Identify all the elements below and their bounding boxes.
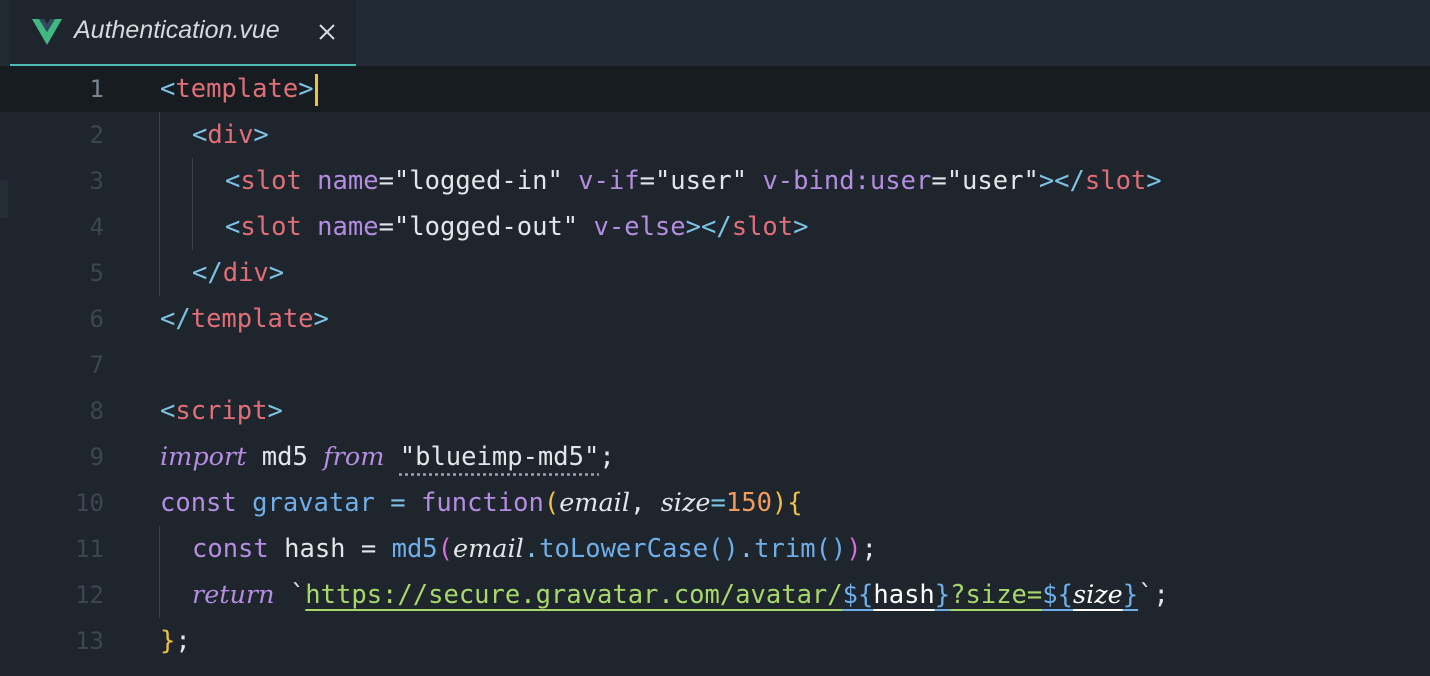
- tab-title: Authentication.vue: [74, 16, 280, 44]
- code-line[interactable]: 3 <slot name="logged-in" v-if="user" v-b…: [0, 158, 1430, 204]
- tab-bar: Authentication.vue: [0, 0, 1430, 66]
- code-line[interactable]: 13 };: [0, 618, 1430, 664]
- line-content: </template>: [160, 304, 329, 334]
- code-line[interactable]: 4 <slot name="logged-out" v-else></slot>: [0, 204, 1430, 250]
- code-line[interactable]: 2 <div>: [0, 112, 1430, 158]
- line-number: 11: [75, 535, 104, 563]
- line-content: return `https://secure.gravatar.com/avat…: [192, 580, 1169, 610]
- code-line[interactable]: 8 <script>: [0, 388, 1430, 434]
- line-content: <script>: [160, 396, 283, 426]
- line-content: <template>: [160, 66, 318, 112]
- line-content: };: [160, 626, 191, 656]
- tab-authentication-vue[interactable]: Authentication.vue: [10, 0, 356, 66]
- line-content: <slot name="logged-out" v-else></slot>: [225, 212, 809, 242]
- line-number: 10: [75, 489, 104, 517]
- line-number: 13: [75, 627, 104, 655]
- line-content: const hash = md5(email.toLowerCase().tri…: [192, 534, 877, 564]
- code-line[interactable]: 6 </template>: [0, 296, 1430, 342]
- close-icon[interactable]: [317, 22, 337, 42]
- line-content: import md5 from "blueimp-md5";: [160, 442, 615, 472]
- line-number: 8: [89, 397, 104, 425]
- code-line[interactable]: 10 const gravatar = function(email, size…: [0, 480, 1430, 526]
- code-line[interactable]: 7: [0, 342, 1430, 388]
- line-number: 5: [89, 259, 104, 287]
- line-number: 9: [89, 443, 104, 471]
- line-content: <div>: [192, 120, 269, 150]
- code-line[interactable]: 9 import md5 from "blueimp-md5";: [0, 434, 1430, 480]
- line-content: const gravatar = function(email, size=15…: [160, 488, 803, 518]
- line-number: 4: [89, 213, 104, 241]
- vue-icon: [32, 19, 62, 45]
- line-content: <slot name="logged-in" v-if="user" v-bin…: [225, 166, 1162, 196]
- code-editor[interactable]: 1 <template> 2 <div> 3 <slot name="logge…: [0, 66, 1430, 676]
- code-line[interactable]: 5 </div>: [0, 250, 1430, 296]
- line-number: 12: [75, 581, 104, 609]
- text-cursor: [314, 74, 318, 106]
- line-number: 2: [89, 121, 104, 149]
- line-content: </div>: [192, 258, 285, 288]
- code-line[interactable]: 12 return `https://secure.gravatar.com/a…: [0, 572, 1430, 618]
- line-number: 3: [89, 167, 104, 195]
- code-line[interactable]: 1 <template>: [0, 66, 1430, 112]
- line-number: 1: [89, 75, 104, 103]
- code-line[interactable]: 11 const hash = md5(email.toLowerCase().…: [0, 526, 1430, 572]
- line-number: 6: [89, 305, 104, 333]
- line-number: 7: [89, 351, 104, 379]
